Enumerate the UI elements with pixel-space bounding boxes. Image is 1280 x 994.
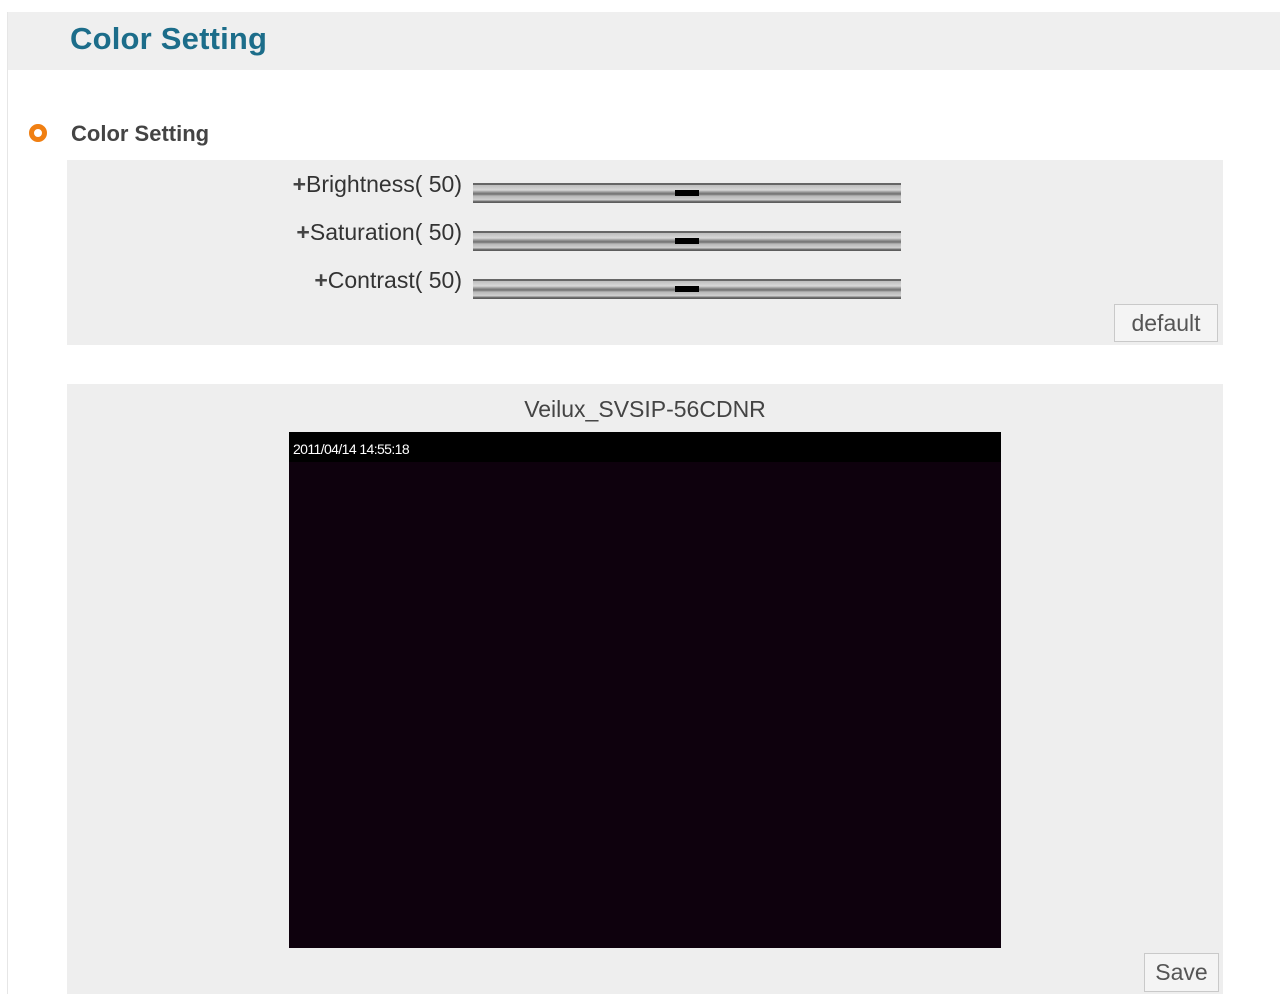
preview-panel: Veilux_SVSIP-56CDNR 2011/04/14 14:55:18 … bbox=[67, 384, 1223, 994]
default-button[interactable]: default bbox=[1114, 304, 1218, 342]
plus-icon: + bbox=[296, 219, 310, 245]
video-preview: 2011/04/14 14:55:18 bbox=[289, 432, 1001, 948]
color-settings-panel: +Brightness( 50) +Saturation( 50) +Contr… bbox=[67, 160, 1223, 345]
video-timestamp: 2011/04/14 14:55:18 bbox=[293, 441, 410, 457]
timestamp-bar: 2011/04/14 14:55:18 bbox=[289, 432, 1001, 462]
circle-bullet-icon bbox=[29, 124, 47, 142]
left-border bbox=[7, 12, 8, 994]
contrast-label: +Contrast( 50) bbox=[314, 267, 462, 294]
brightness-label: +Brightness( 50) bbox=[293, 171, 462, 198]
camera-name: Veilux_SVSIP-56CDNR bbox=[524, 396, 766, 422]
brightness-slider-thumb[interactable] bbox=[675, 190, 699, 196]
saturation-row: +Saturation( 50) bbox=[67, 216, 1223, 251]
page-title: Color Setting bbox=[70, 21, 268, 56]
brightness-slider[interactable] bbox=[473, 183, 901, 203]
page-header: Color Setting bbox=[8, 12, 1280, 70]
saturation-slider-thumb[interactable] bbox=[675, 238, 699, 244]
color-setting-page: Color Setting Color Setting +Brightness(… bbox=[0, 0, 1280, 994]
saturation-label-text: Saturation( 50) bbox=[309, 219, 462, 245]
contrast-slider[interactable] bbox=[473, 279, 901, 299]
plus-icon: + bbox=[292, 171, 307, 197]
brightness-label-text: Brightness( 50) bbox=[306, 171, 462, 197]
plus-icon: + bbox=[314, 267, 328, 293]
saturation-label: +Saturation( 50) bbox=[296, 219, 462, 246]
contrast-label-text: Contrast( 50) bbox=[327, 267, 462, 293]
saturation-slider[interactable] bbox=[473, 231, 901, 251]
contrast-slider-thumb[interactable] bbox=[675, 286, 699, 292]
section-title: Color Setting bbox=[71, 121, 210, 146]
brightness-row: +Brightness( 50) bbox=[67, 168, 1223, 203]
save-button[interactable]: Save bbox=[1144, 953, 1219, 992]
contrast-row: +Contrast( 50) bbox=[67, 264, 1223, 299]
